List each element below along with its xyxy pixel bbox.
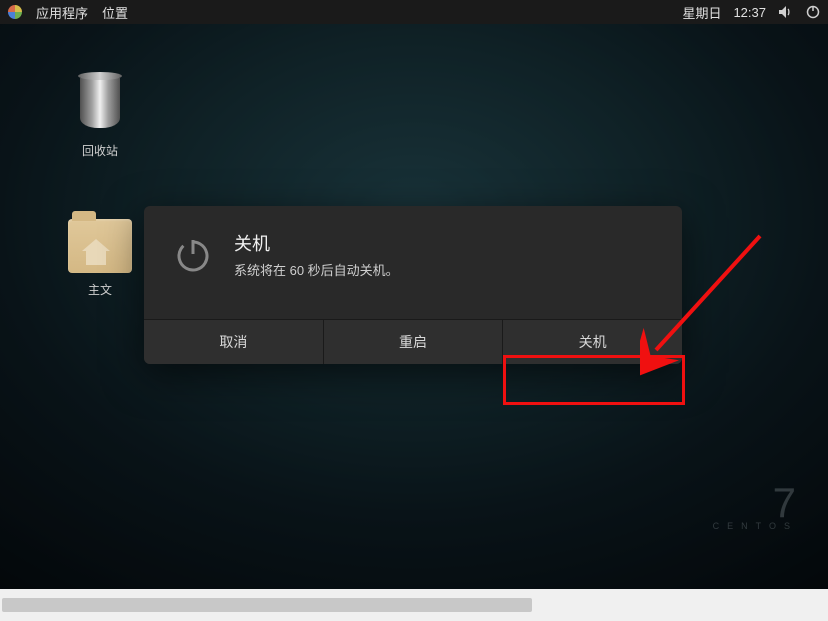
power-icon bbox=[172, 234, 214, 276]
top-menubar: 应用程序 位置 星期日 12:37 bbox=[0, 0, 828, 24]
clock-time[interactable]: 12:37 bbox=[733, 5, 766, 20]
trash-label: 回收站 bbox=[82, 142, 118, 159]
menu-applications[interactable]: 应用程序 bbox=[36, 3, 88, 22]
home-folder-icon bbox=[68, 219, 132, 273]
scrollbar-thumb[interactable] bbox=[2, 598, 532, 612]
distro-version: 7 bbox=[713, 479, 798, 527]
distro-watermark: 7 CENTOS bbox=[713, 479, 798, 531]
cancel-button[interactable]: 取消 bbox=[144, 320, 324, 364]
menu-places[interactable]: 位置 bbox=[102, 3, 128, 22]
power-menu-icon[interactable] bbox=[806, 5, 820, 19]
trash-desktop-icon[interactable]: 回收站 bbox=[60, 70, 140, 159]
restart-button[interactable]: 重启 bbox=[324, 320, 504, 364]
distro-name: CENTOS bbox=[713, 521, 798, 531]
shutdown-dialog: 关机 系统将在 60 秒后自动关机。 取消 重启 关机 bbox=[144, 206, 682, 364]
home-folder-label: 主文 bbox=[88, 281, 112, 298]
volume-icon[interactable] bbox=[778, 5, 794, 19]
dialog-title: 关机 bbox=[234, 230, 399, 256]
dialog-button-row: 取消 重启 关机 bbox=[144, 319, 682, 364]
dialog-message: 系统将在 60 秒后自动关机。 bbox=[234, 260, 399, 279]
trash-bin-icon bbox=[70, 70, 130, 134]
shutdown-button[interactable]: 关机 bbox=[503, 320, 682, 364]
clock-day[interactable]: 星期日 bbox=[682, 3, 721, 22]
horizontal-scrollbar[interactable] bbox=[0, 589, 828, 621]
home-folder-desktop-icon[interactable]: 主文 bbox=[60, 219, 140, 298]
distro-logo-icon bbox=[8, 5, 22, 19]
desktop-background: 应用程序 位置 星期日 12:37 回收站 主文 7 CENTOS bbox=[0, 0, 828, 621]
